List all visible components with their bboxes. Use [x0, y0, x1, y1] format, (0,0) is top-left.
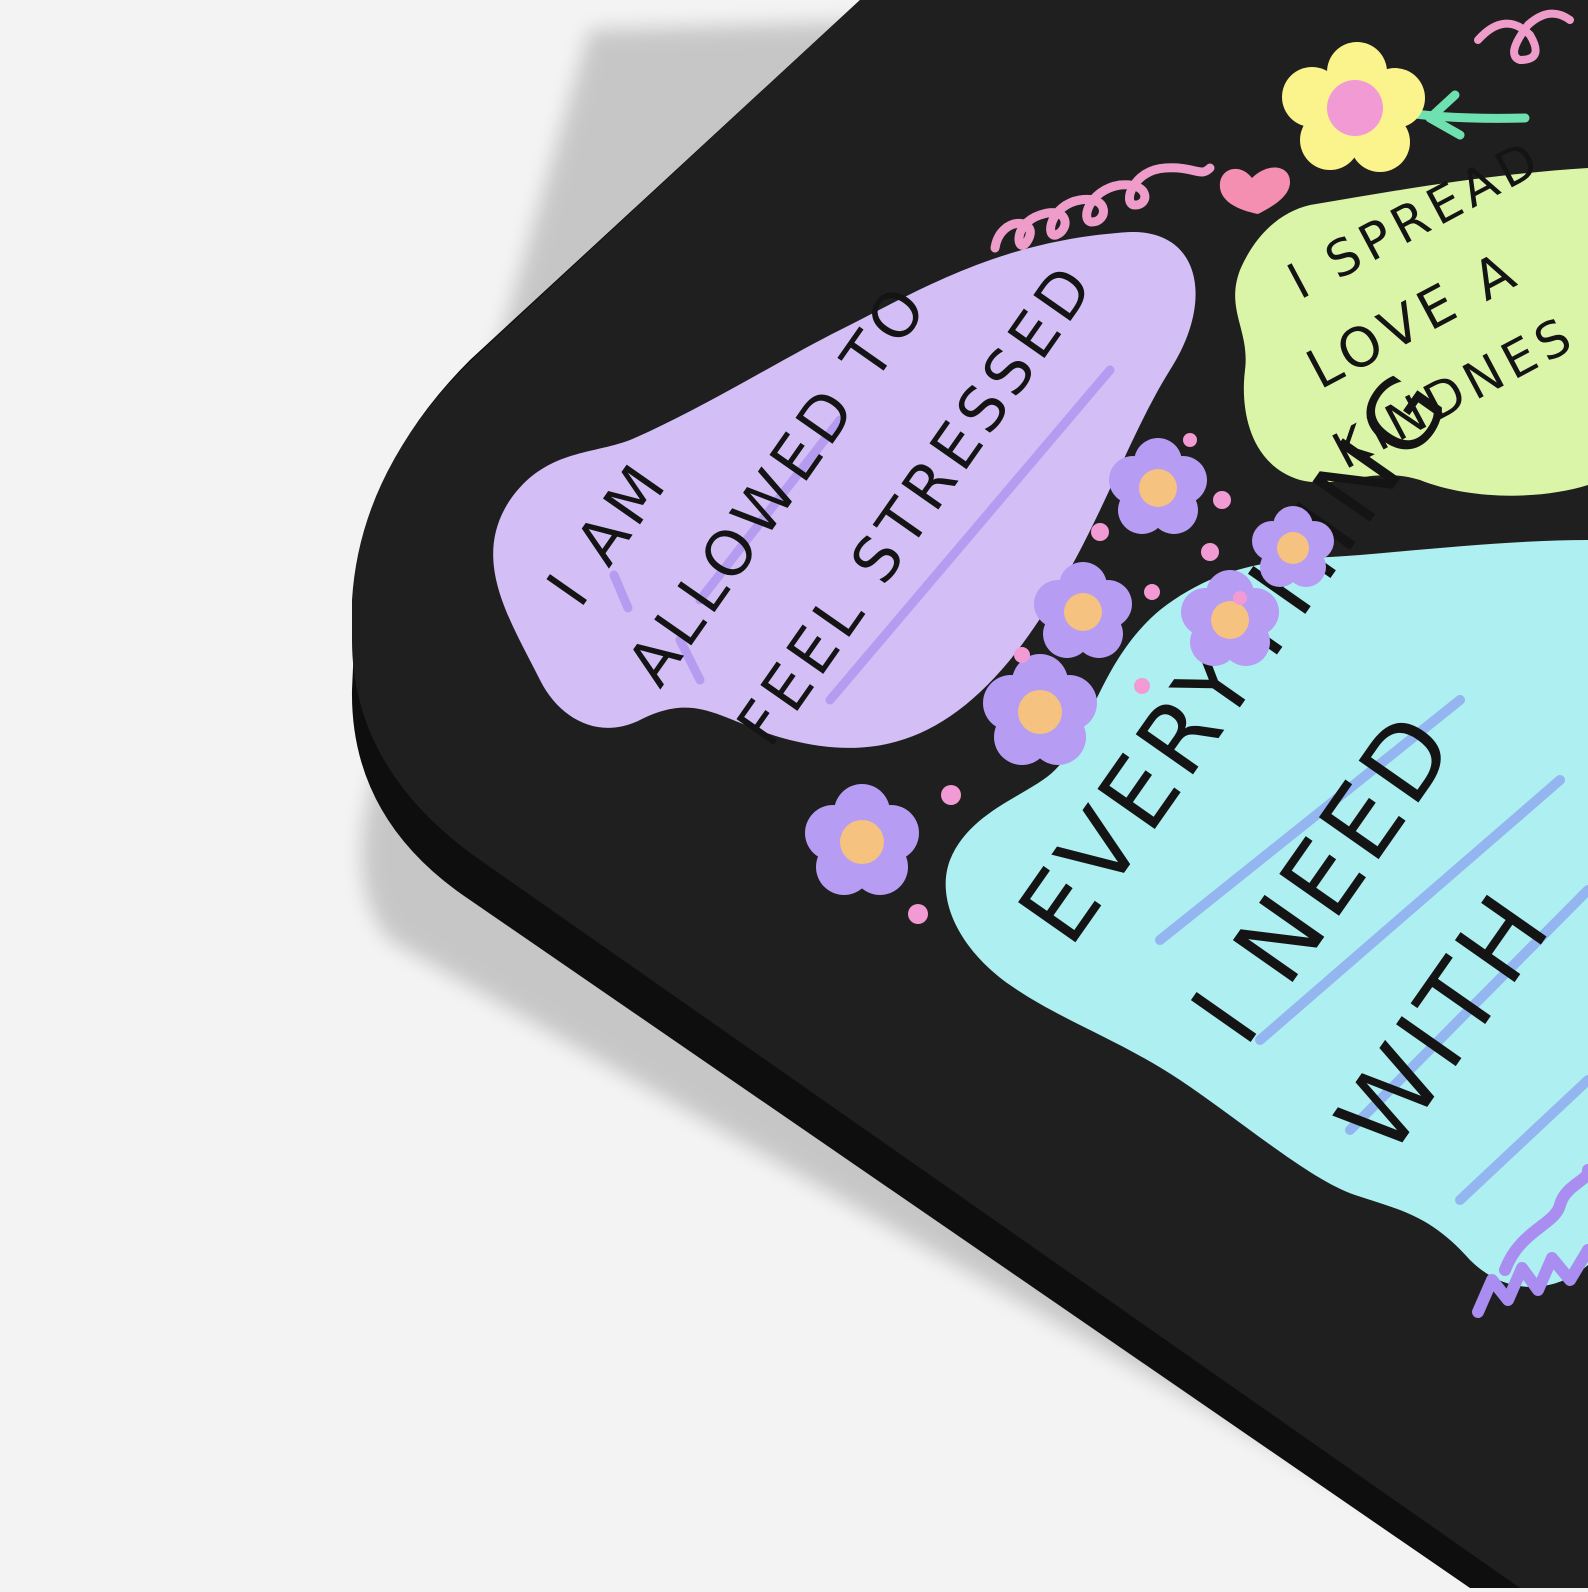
mouse-pad-illustration: I AM ALLOWED TO FEEL STRESSED I SPREAD L… — [0, 0, 1588, 1588]
product-photo: I AM ALLOWED TO FEEL STRESSED I SPREAD L… — [0, 0, 1588, 1588]
